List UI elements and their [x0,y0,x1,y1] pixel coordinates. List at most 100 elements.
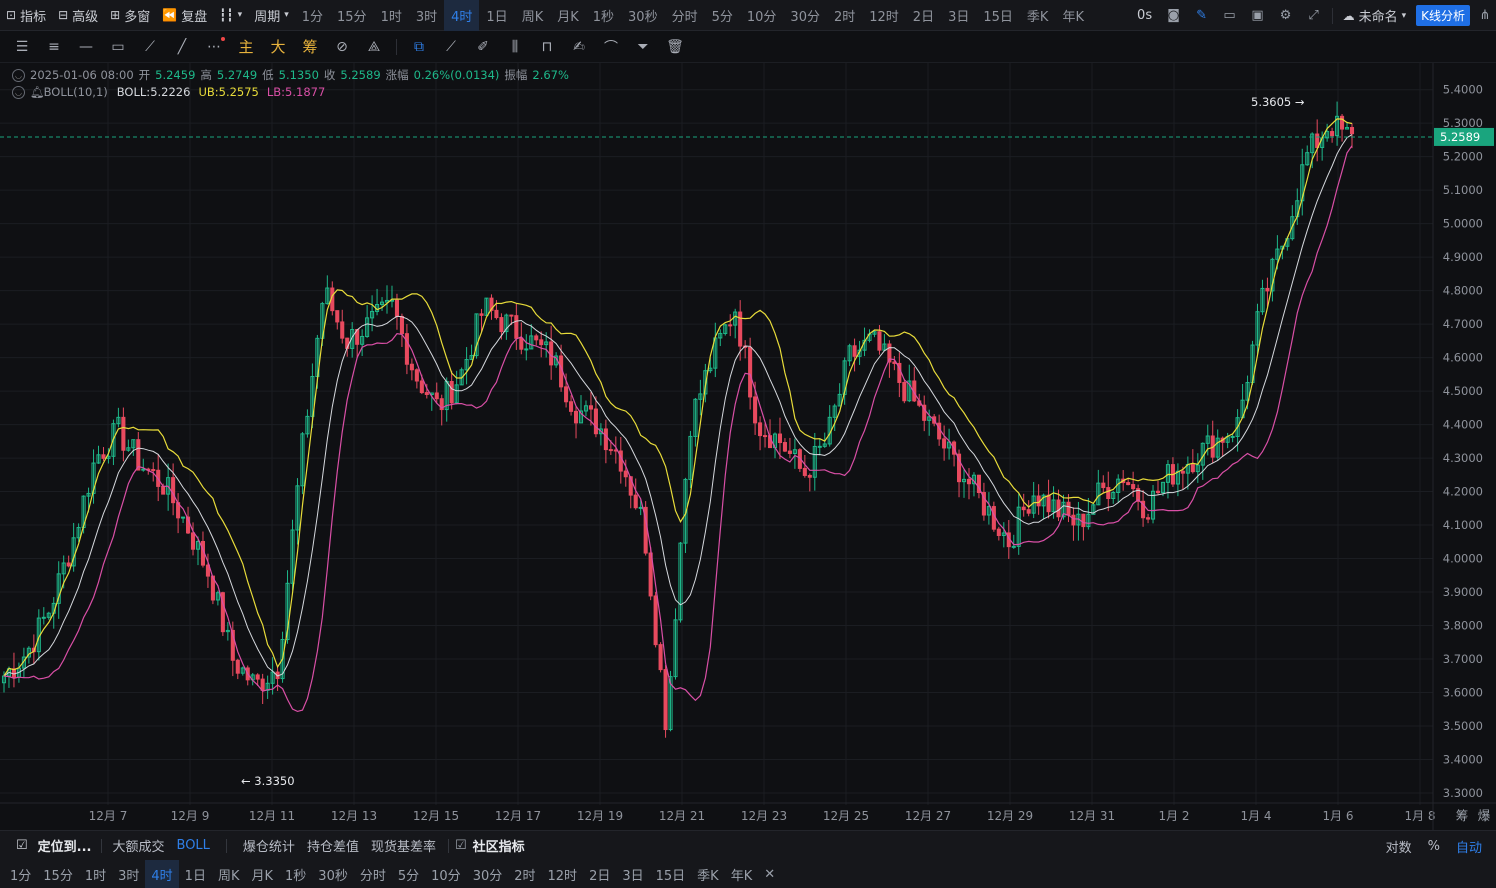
bottom-period-17[interactable]: 3日 [616,860,649,888]
auto-draw-icon[interactable]: ⊘ [326,31,358,63]
bottom-period-7[interactable]: 月K [245,860,279,888]
candle-body [404,333,409,365]
bottom-period-1[interactable]: 15分 [37,860,79,888]
chips-button[interactable]: 筹 [294,31,326,63]
close-icon[interactable]: ✕ [758,860,781,888]
candlestick-chart[interactable]: 5.40005.30005.20005.10005.00004.90004.80… [0,63,1496,830]
tab-oi-diff[interactable]: 持仓差值 [301,836,365,855]
layout-name-button[interactable]: ☁ 未命名 ▾ [1337,0,1413,31]
trash-icon[interactable]: 🗑 [659,31,691,63]
bottom-period-19[interactable]: 季K [691,860,725,888]
bottom-period-8[interactable]: 1秒 [279,860,312,888]
advanced-button[interactable]: ⊟ 高级 [52,0,104,31]
bottom-period-9[interactable]: 30秒 [312,860,354,888]
ruler-icon[interactable]: ⟋ [134,31,166,63]
bottom-period-15[interactable]: 12时 [542,860,584,888]
period-16[interactable]: 2日 [906,0,941,31]
tab-community[interactable]: 社区指标 [467,836,531,855]
ruler2-icon[interactable]: ⟋ [435,31,467,63]
bottom-period-10[interactable]: 分时 [354,860,392,888]
copy-icon[interactable]: ⧉ [403,31,435,63]
period-6[interactable]: 周K [515,0,551,31]
camera-icon[interactable]: ◙ [1160,0,1188,31]
bottom-period-18[interactable]: 15日 [650,860,692,888]
period-14[interactable]: 2时 [827,0,862,31]
fullscreen-icon[interactable]: ⤢ [1300,0,1328,31]
period-dropdown[interactable]: 周期 ▾ [248,0,295,31]
log-scale-toggle[interactable]: 对数 [1380,837,1418,856]
bottom-period-16[interactable]: 2日 [583,860,616,888]
bottom-period-5[interactable]: 1日 [179,860,212,888]
period-2[interactable]: 1时 [374,0,409,31]
bottom-period-11[interactable]: 5分 [392,860,425,888]
auto-scale-toggle[interactable]: 自动 [1450,837,1488,856]
lock-icon[interactable]: ⊓ [531,31,563,63]
bell-icon[interactable]: 🔔︎ [30,85,45,99]
period-5[interactable]: 1日 [479,0,514,31]
period-4[interactable]: 4时 [444,0,480,31]
period-0[interactable]: 1分 [295,0,330,31]
multi-window-button[interactable]: ⊞ 多窗 [104,0,156,31]
period-18[interactable]: 15日 [976,0,1020,31]
brush-icon[interactable]: ✐ [467,31,499,63]
period-19[interactable]: 季K [1020,0,1056,31]
eye-icon[interactable]: ◡ [12,68,25,82]
pencil-icon[interactable]: ✎ [1188,0,1216,31]
measure-icon[interactable]: ⟁ [358,31,390,63]
period-10[interactable]: 分时 [665,0,705,31]
period-17[interactable]: 3日 [941,0,976,31]
period-7[interactable]: 月K [550,0,586,31]
main-button[interactable]: 主 [230,31,262,63]
period-11[interactable]: 5分 [705,0,740,31]
screenshot-icon[interactable]: ▣ [1244,0,1272,31]
bottom-period-13[interactable]: 30分 [467,860,509,888]
note-icon[interactable]: ✍ [563,31,595,63]
locate-icon[interactable]: ☑ [16,838,28,853]
y-tick-label: 4.3000 [1443,451,1483,465]
period-3[interactable]: 3时 [409,0,444,31]
period-8[interactable]: 1秒 [586,0,621,31]
period-1[interactable]: 15分 [330,0,374,31]
menu-lines-icon[interactable]: ≡ [38,31,70,63]
eye-icon[interactable]: ◡ [12,85,25,99]
bottom-period-4[interactable]: 4时 [145,860,179,888]
locate-button[interactable]: 定位到... [32,836,98,855]
candle-body [121,416,126,451]
bottom-period-0[interactable]: 1分 [4,860,37,888]
edit-icon[interactable]: ☑ [455,838,467,853]
chart-area[interactable]: 5.4000 5.3000 5.2000 5.1000 5.0000 4.9000 4.80… [0,63,1496,830]
bottom-period-6[interactable]: 周K [212,860,246,888]
settings-icon[interactable]: ⚙ [1272,0,1300,31]
magnet-icon[interactable]: ⌒ [595,31,627,63]
big-button[interactable]: 大 [262,31,294,63]
period-15[interactable]: 12时 [862,0,906,31]
bottom-period-3[interactable]: 3时 [112,860,145,888]
trendline-icon[interactable]: ╱ [166,31,198,63]
period-12[interactable]: 10分 [740,0,784,31]
hline-icon[interactable]: — [70,31,102,63]
horizontal-lines-icon[interactable]: ☰ [6,31,38,63]
share-icon[interactable]: ⋔ [1474,0,1496,31]
period-9[interactable]: 30秒 [621,0,665,31]
tab-boll[interactable]: BOLL [171,838,216,853]
period-20[interactable]: 年K [1055,0,1091,31]
rectangle-icon[interactable]: ▭ [102,31,134,63]
replay-button[interactable]: ⏪ 复盘 [156,0,213,31]
kline-analysis-button[interactable]: K线分析 [1416,5,1470,26]
bottom-period-12[interactable]: 10分 [425,860,467,888]
period-13[interactable]: 30分 [783,0,827,31]
tab-liq-stats[interactable]: 爆仓统计 [237,836,301,855]
bottom-period-2[interactable]: 1时 [79,860,112,888]
percent-scale-toggle[interactable]: % [1422,839,1446,854]
bars-icon[interactable]: ⫼ [499,31,531,63]
filter-icon[interactable]: ⏷ [627,31,659,63]
indicator-button[interactable]: ⊡ 指标 [0,0,52,31]
divider [225,838,227,853]
chart-type-button[interactable]: ┇┇ ▾ [213,0,248,31]
bottom-period-20[interactable]: 年K [725,860,759,888]
tab-basis[interactable]: 现货基差率 [365,836,442,855]
tab-big-trades[interactable]: 大额成交 [106,836,170,855]
comment-icon[interactable]: ▭ [1216,0,1244,31]
bottom-period-14[interactable]: 2时 [508,860,541,888]
more-icon[interactable]: ⋯ [198,31,230,63]
